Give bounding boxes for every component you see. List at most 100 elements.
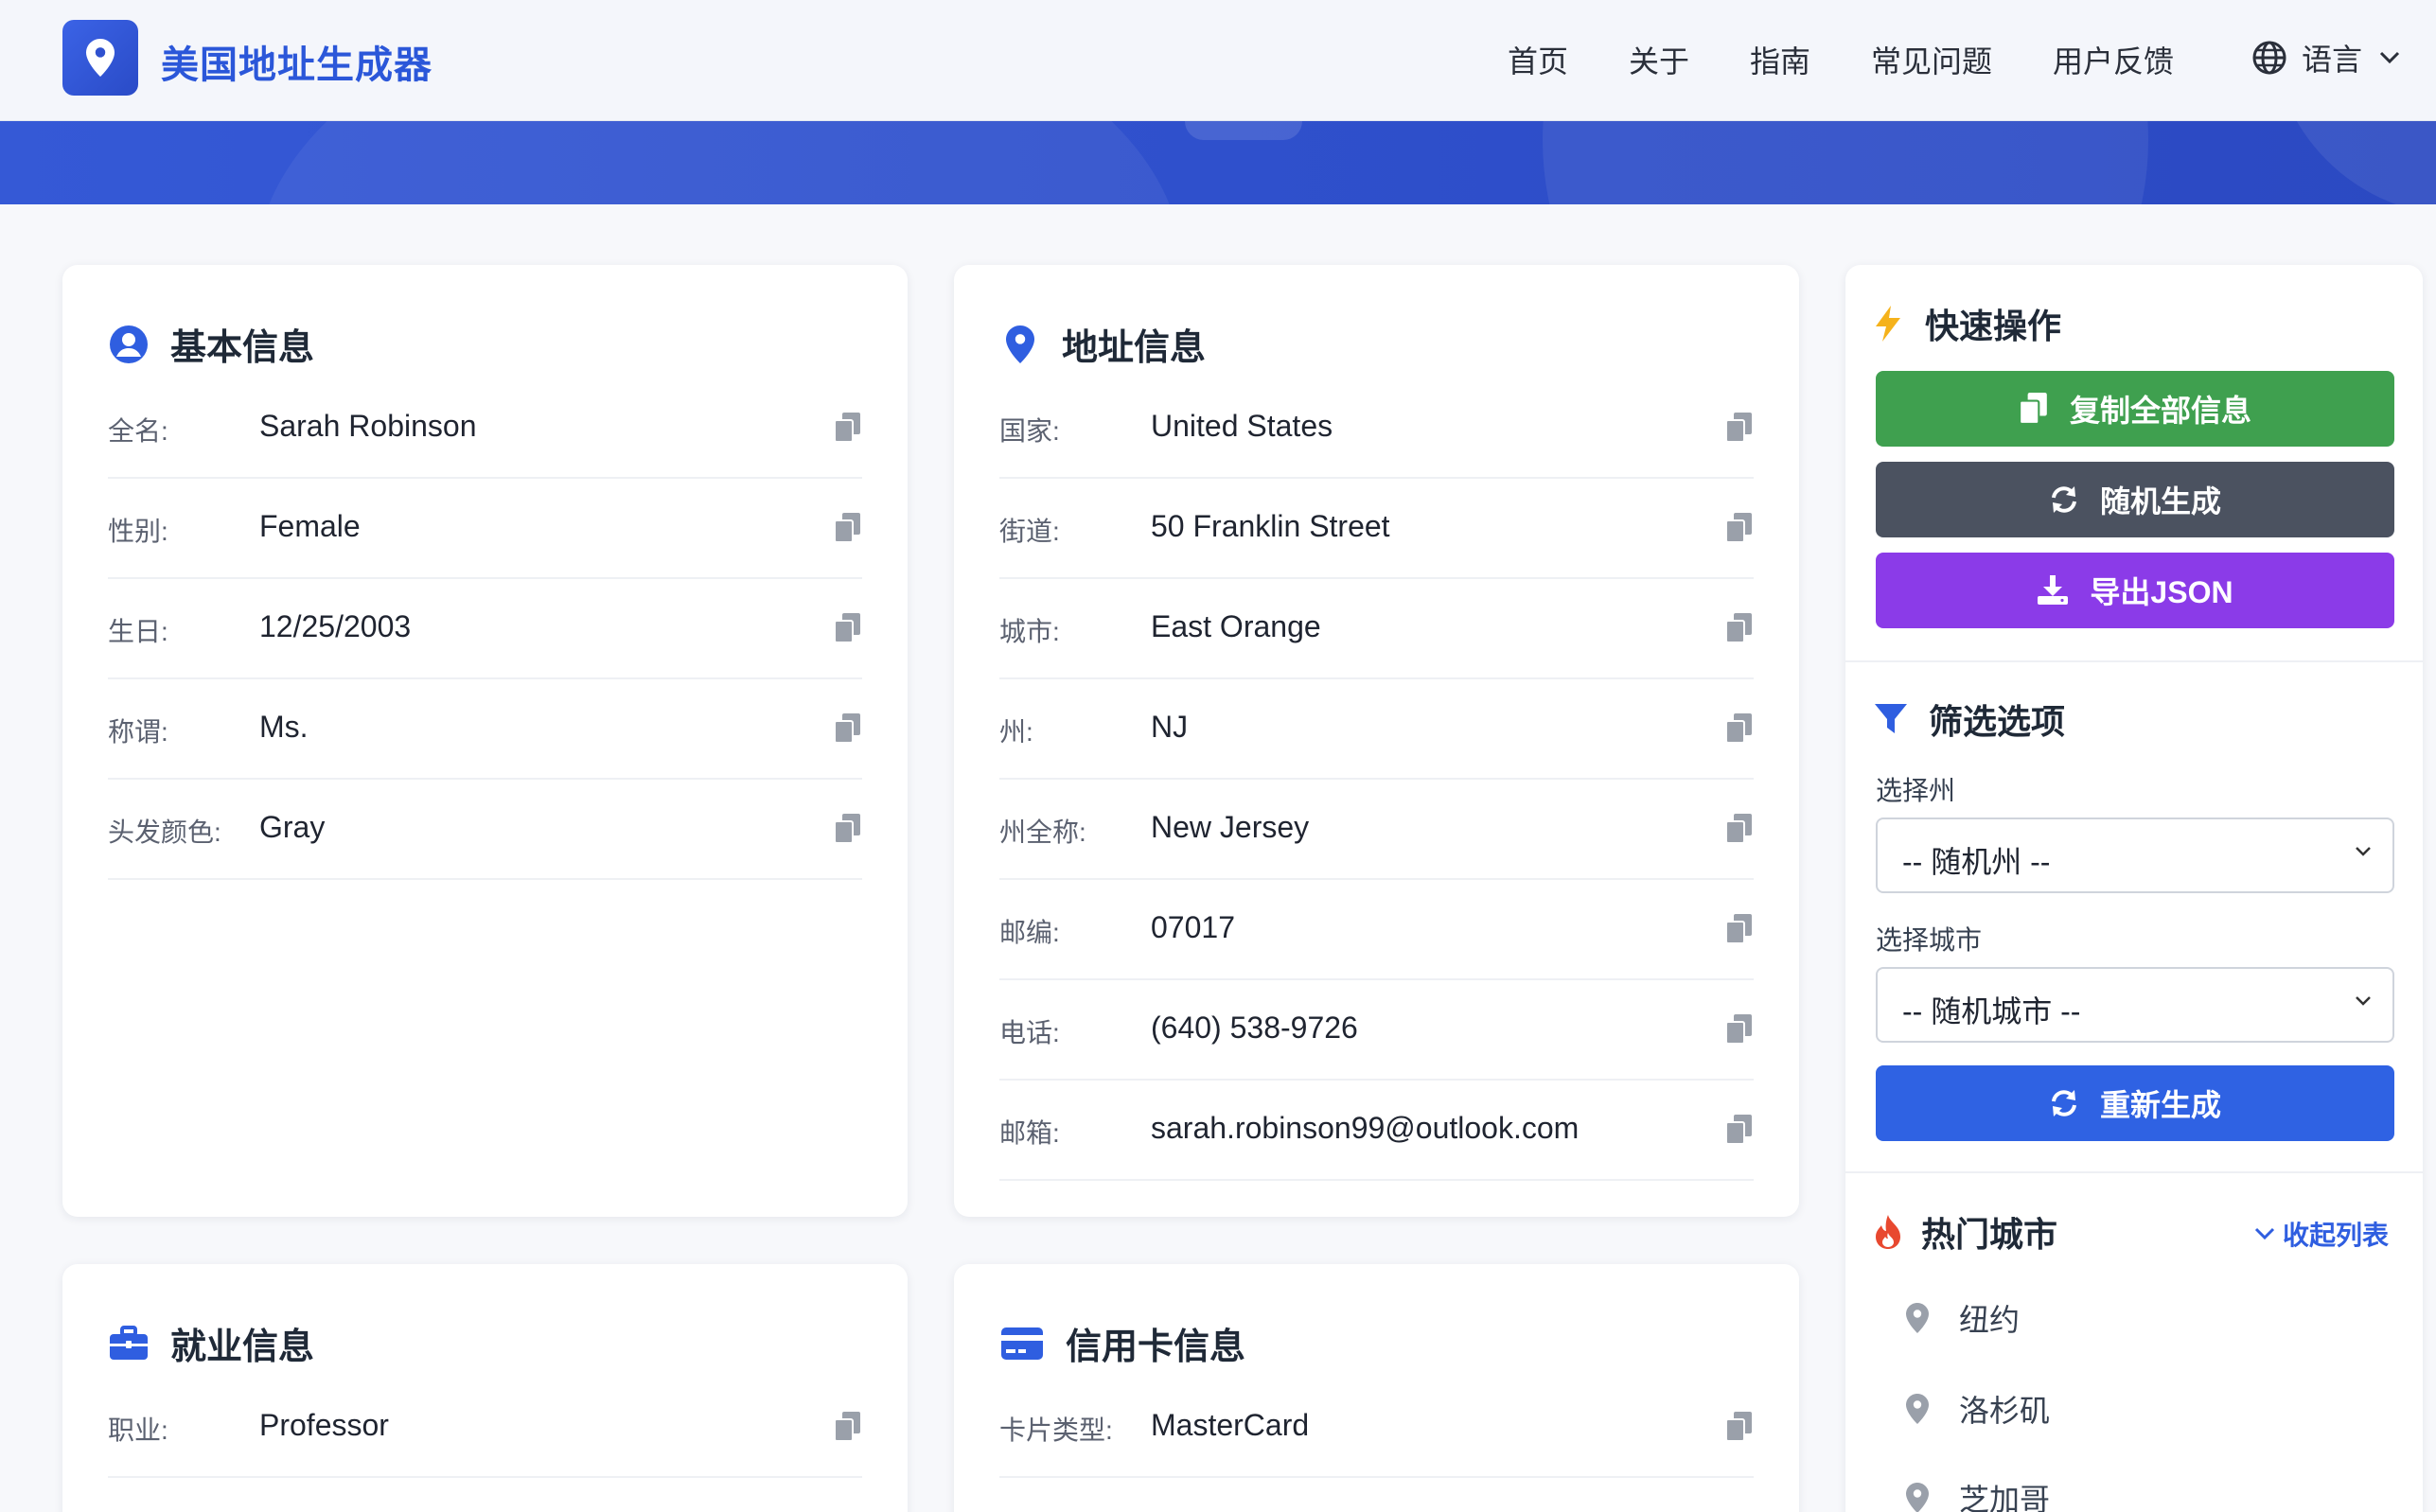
field-value: Professor <box>259 1408 389 1442</box>
copy-icon[interactable] <box>1725 413 1754 443</box>
info-row-birthday: 生日: 12/25/2003 <box>108 579 862 679</box>
random-generate-button[interactable]: 随机生成 <box>1876 462 2394 537</box>
address-info-title: 地址信息 <box>999 318 1206 370</box>
city-select[interactable]: -- 随机城市 -- <box>1876 967 2394 1043</box>
fire-icon <box>1876 1215 1900 1249</box>
field-value: Sarah Robinson <box>259 409 477 443</box>
copy-icon[interactable] <box>1725 1115 1754 1145</box>
field-value: MasterCard <box>1151 1408 1310 1442</box>
location-pin-icon <box>1906 1303 1929 1333</box>
info-row-gender: 性别: Female <box>108 479 862 579</box>
refresh-icon <box>2051 486 2076 513</box>
copy-icon[interactable] <box>834 413 862 443</box>
address-info-card: 地址信息 国家: United States 街道: 50 Franklin S… <box>954 265 1799 1217</box>
copy-icon <box>2019 393 2047 425</box>
credit-card-info-card: 信用卡信息 卡片类型: MasterCard <box>954 1264 1799 1512</box>
copy-icon[interactable] <box>834 513 862 543</box>
sidebar-panel: 快速操作 复制全部信息 随机生成 导出JSON 筛选选项 选择州 -- 随机州 … <box>1845 265 2423 1512</box>
hot-city-item[interactable]: 芝加哥 <box>1906 1476 2050 1512</box>
hot-city-item[interactable]: 洛杉矶 <box>1906 1387 2050 1431</box>
state-select[interactable]: -- 随机州 -- <box>1876 818 2394 893</box>
location-pin-icon <box>86 39 115 77</box>
export-json-button[interactable]: 导出JSON <box>1876 553 2394 628</box>
location-pin-icon <box>1906 1394 1929 1424</box>
info-row-fullname: 全名: Sarah Robinson <box>108 378 862 479</box>
field-value: East Orange <box>1151 609 1321 643</box>
top-navbar: 美国地址生成器 首页 关于 指南 常见问题 用户反馈 语言 <box>0 0 2436 121</box>
copy-icon[interactable] <box>1725 914 1754 944</box>
field-value: United States <box>1151 409 1333 443</box>
site-title[interactable]: 美国地址生成器 <box>161 34 432 89</box>
info-row-state-full: 州全称: New Jersey <box>999 780 1754 880</box>
copy-icon[interactable] <box>834 613 862 643</box>
nav-feedback[interactable]: 用户反馈 <box>2053 38 2174 81</box>
copy-icon[interactable] <box>834 1412 862 1442</box>
logo[interactable] <box>62 20 138 96</box>
field-value: Female <box>259 509 361 543</box>
state-select-value: -- 随机州 -- <box>1902 845 2051 879</box>
field-label: 邮编: <box>999 918 1060 947</box>
field-value: sarah.robinson99@outlook.com <box>1151 1111 1580 1145</box>
language-selector[interactable]: 语言 <box>2252 36 2415 79</box>
field-label: 国家: <box>999 416 1060 446</box>
field-value: (640) 538-9726 <box>1151 1011 1358 1045</box>
field-value: 50 Franklin Street <box>1151 509 1390 543</box>
nav-guide[interactable]: 指南 <box>1750 38 1810 81</box>
info-row-hair-color: 头发颜色: Gray <box>108 780 862 880</box>
refresh-icon <box>2051 1090 2076 1116</box>
field-label: 街道: <box>999 517 1060 546</box>
city-select-label: 选择城市 <box>1876 925 1983 955</box>
field-label: 城市: <box>999 617 1060 646</box>
copy-icon[interactable] <box>1725 1014 1754 1045</box>
copy-icon[interactable] <box>1725 814 1754 844</box>
info-row-zip: 邮编: 07017 <box>999 880 1754 980</box>
user-circle-icon <box>110 325 148 363</box>
location-pin-icon <box>1906 1483 1929 1512</box>
nav-home[interactable]: 首页 <box>1508 38 1568 81</box>
nav-about[interactable]: 关于 <box>1629 38 1689 81</box>
basic-info-card: 基本信息 全名: Sarah Robinson 性别: Female 生日: 1… <box>62 265 908 1217</box>
field-value: New Jersey <box>1151 810 1310 844</box>
field-label: 电话: <box>999 1018 1060 1047</box>
info-row-country: 国家: United States <box>999 378 1754 479</box>
copy-icon[interactable] <box>1725 1412 1754 1442</box>
copy-icon[interactable] <box>834 814 862 844</box>
globe-icon <box>2252 41 2286 75</box>
chevron-down-icon <box>2254 1227 2275 1240</box>
copy-icon[interactable] <box>1725 613 1754 643</box>
credit-card-info-title: 信用卡信息 <box>999 1317 1245 1369</box>
chevron-down-icon <box>2356 996 2371 1006</box>
copy-all-button[interactable]: 复制全部信息 <box>1876 371 2394 447</box>
field-label: 州: <box>999 717 1033 747</box>
info-row-occupation: 职业: Professor <box>108 1378 862 1478</box>
copy-icon[interactable] <box>1725 713 1754 744</box>
field-value: NJ <box>1151 710 1189 744</box>
collapse-list-button[interactable]: 收起列表 <box>2254 1215 2389 1253</box>
nav-faq[interactable]: 常见问题 <box>1871 38 1992 81</box>
employment-info-title: 就业信息 <box>108 1317 314 1369</box>
filter-icon <box>1875 704 1907 733</box>
city-select-value: -- 随机城市 -- <box>1902 994 2081 1029</box>
filter-options-title: 筛选选项 <box>1874 694 2065 744</box>
hot-city-item[interactable]: 纽约 <box>1906 1296 2020 1340</box>
field-value: 07017 <box>1151 910 1235 944</box>
basic-info-title: 基本信息 <box>108 318 314 370</box>
regenerate-button[interactable]: 重新生成 <box>1876 1065 2394 1141</box>
field-label: 卡片类型: <box>999 1415 1113 1445</box>
download-icon <box>2038 575 2069 605</box>
quick-actions-title: 快速操作 <box>1874 299 2061 348</box>
info-row-phone: 电话: (640) 538-9726 <box>999 980 1754 1081</box>
briefcase-icon <box>110 1325 148 1360</box>
field-value: 12/25/2003 <box>259 609 412 643</box>
info-row-title: 称谓: Ms. <box>108 679 862 780</box>
info-row-city: 城市: East Orange <box>999 579 1754 679</box>
field-label: 性别: <box>108 517 168 546</box>
field-value: Ms. <box>259 710 309 744</box>
copy-icon[interactable] <box>834 713 862 744</box>
employment-info-card: 就业信息 职业: Professor <box>62 1264 908 1512</box>
info-row-street: 街道: 50 Franklin Street <box>999 479 1754 579</box>
state-select-label: 选择州 <box>1876 776 1956 805</box>
copy-icon[interactable] <box>1725 513 1754 543</box>
field-label: 头发颜色: <box>108 818 221 847</box>
field-value: Gray <box>259 810 326 844</box>
